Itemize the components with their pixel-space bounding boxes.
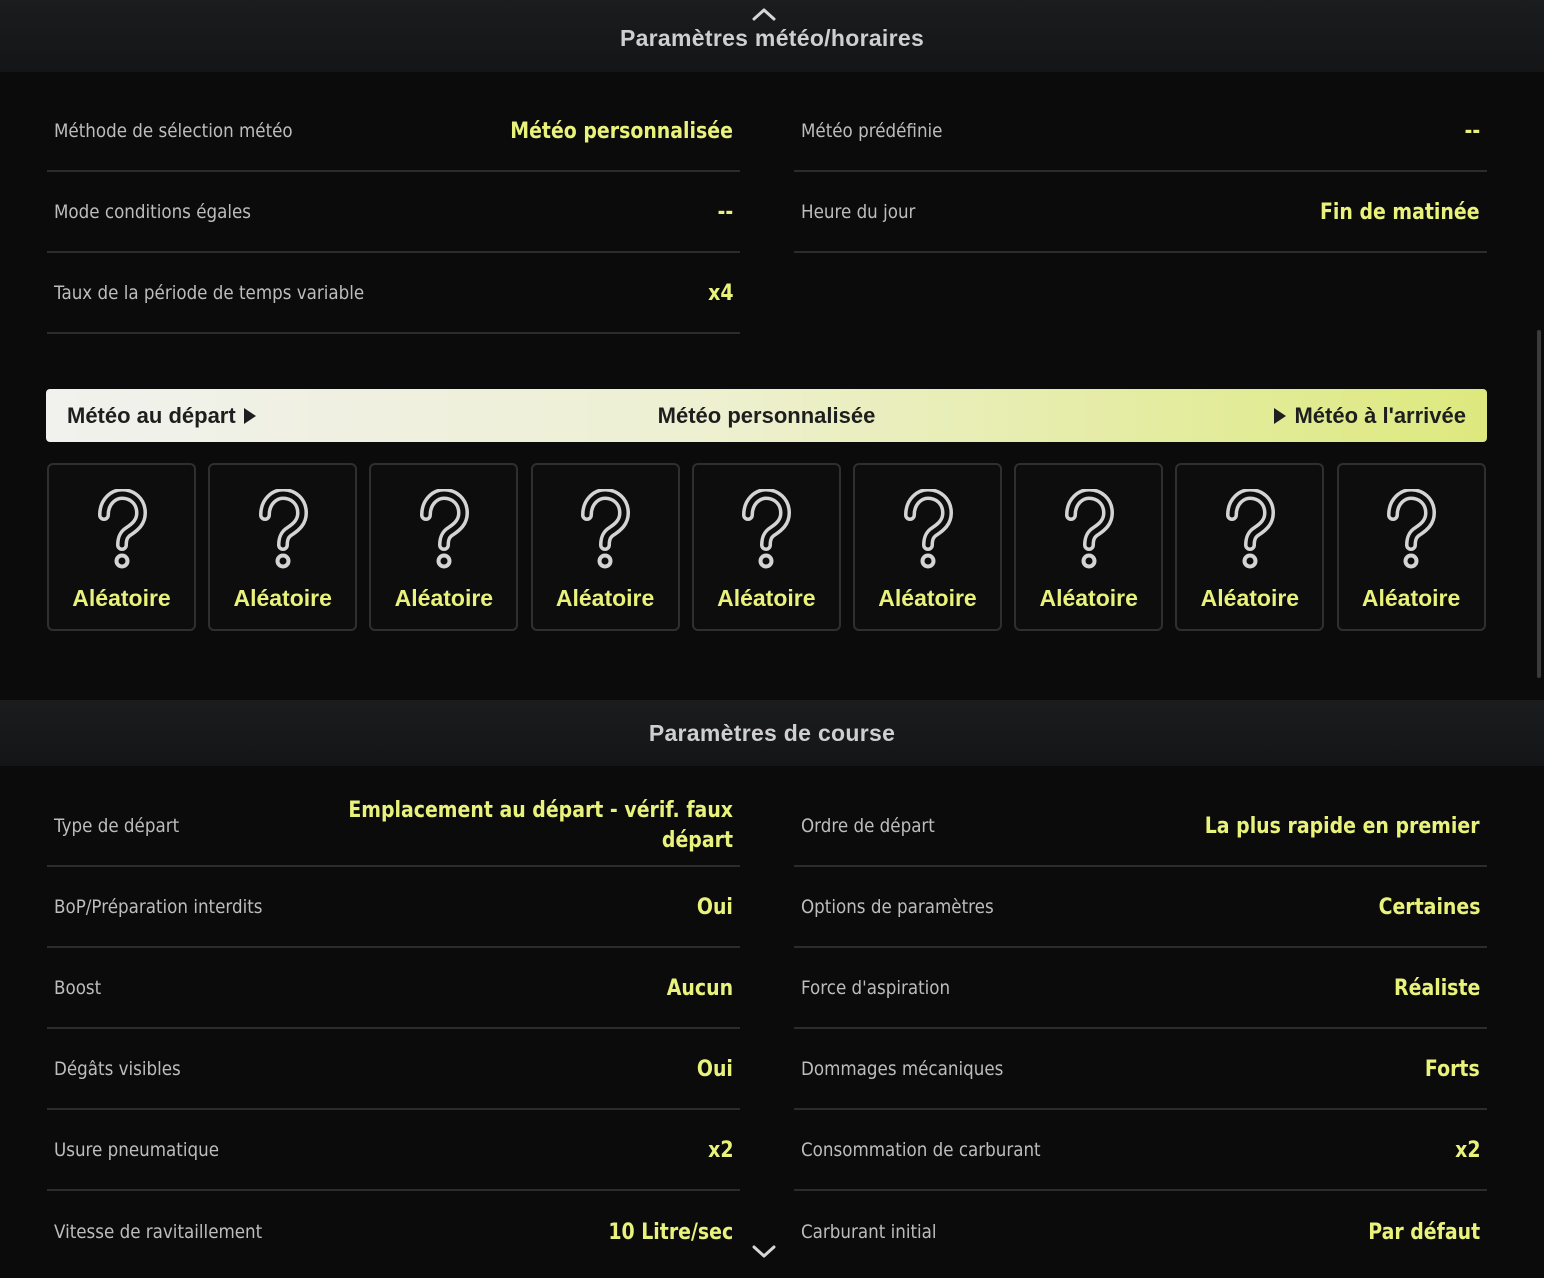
- setting-value: Fin de matinée: [1320, 199, 1480, 225]
- setting-value: x2: [707, 1137, 733, 1163]
- setting-value: Aucun: [666, 975, 733, 1001]
- weather-slot-label: Aléatoire: [72, 585, 171, 611]
- weather-bar-title: Météo personnalisée: [657, 402, 876, 428]
- setting-value: Par défaut: [1368, 1219, 1480, 1245]
- setting-label: Mode conditions égales: [54, 201, 251, 223]
- play-triangle-icon: [1274, 407, 1287, 424]
- weather-slot-label: Aléatoire: [394, 585, 494, 611]
- setting-label: Dégâts visibles: [54, 1058, 181, 1080]
- question-mark-icon: [419, 489, 469, 569]
- setting-value: Oui: [696, 1056, 733, 1082]
- weather-slot[interactable]: Aléatoire: [853, 463, 1002, 631]
- setting-label: BoP/Préparation interdits: [54, 896, 263, 918]
- setting-label: Usure pneumatique: [54, 1139, 219, 1161]
- question-mark-icon: [258, 489, 308, 569]
- setting-start-order[interactable]: Ordre de départ La plus rapide en premie…: [794, 787, 1487, 867]
- setting-bop-tuning-banned[interactable]: BoP/Préparation interdits Oui: [47, 868, 740, 948]
- setting-boost[interactable]: Boost Aucun: [47, 949, 740, 1029]
- setting-label: Consommation de carburant: [801, 1139, 1041, 1161]
- setting-equal-conditions-mode[interactable]: Mode conditions égales --: [47, 173, 740, 253]
- weather-slot[interactable]: Aléatoire: [369, 463, 519, 631]
- setting-variable-time-rate[interactable]: Taux de la période de temps variable x4: [47, 254, 740, 334]
- weather-start-group: Météo au départ: [67, 403, 256, 429]
- weather-slot-label: Aléatoire: [233, 585, 332, 611]
- scrollbar-thumb[interactable]: [1537, 330, 1541, 678]
- weather-end-label: Météo à l'arrivée: [1294, 402, 1466, 428]
- weather-slot-label: Aléatoire: [1200, 585, 1300, 611]
- setting-value: Oui: [696, 894, 733, 920]
- weather-section-title: Paramètres météo/horaires: [619, 24, 925, 51]
- question-mark-icon: [581, 489, 631, 569]
- setting-label: Force d'aspiration: [801, 977, 951, 999]
- setting-value: Certaines: [1378, 894, 1480, 920]
- weather-slot[interactable]: Aléatoire: [1175, 463, 1325, 631]
- weather-end-group: Météo à l'arrivée: [1274, 403, 1466, 429]
- weather-slot-label: Aléatoire: [555, 585, 655, 611]
- setting-time-of-day[interactable]: Heure du jour Fin de matinée: [794, 173, 1487, 253]
- setting-label: Vitesse de ravitaillement: [54, 1221, 263, 1243]
- setting-label: Taux de la période de temps variable: [54, 282, 365, 304]
- question-mark-icon: [97, 489, 147, 569]
- weather-slot-label: Aléatoire: [1361, 585, 1461, 611]
- setting-settings-options[interactable]: Options de paramètres Certaines: [794, 868, 1487, 948]
- setting-value: --: [1464, 118, 1480, 144]
- setting-label: Carburant initial: [801, 1221, 937, 1243]
- weather-slot-label: Aléatoire: [1039, 585, 1138, 611]
- setting-value: x4: [707, 280, 733, 306]
- custom-weather-bar[interactable]: Météo au départ Météo personnalisée Mété…: [46, 389, 1487, 442]
- setting-refuel-speed[interactable]: Vitesse de ravitaillement 10 Litre/sec: [47, 1192, 740, 1272]
- setting-value: x2: [1454, 1137, 1480, 1163]
- setting-tyre-wear[interactable]: Usure pneumatique x2: [47, 1111, 740, 1191]
- chevron-up-icon[interactable]: [751, 4, 777, 24]
- setting-label: Méthode de sélection météo: [54, 120, 293, 142]
- setting-label: Options de paramètres: [801, 896, 994, 918]
- weather-slot-label: Aléatoire: [878, 585, 977, 611]
- setting-initial-fuel[interactable]: Carburant initial Par défaut: [794, 1192, 1487, 1272]
- question-mark-icon: [1387, 489, 1437, 569]
- question-mark-icon: [1225, 489, 1275, 569]
- question-mark-icon: [1064, 489, 1114, 569]
- setting-value: 10 Litre/sec: [608, 1219, 733, 1245]
- setting-value: Forts: [1425, 1056, 1480, 1082]
- race-section-title: Paramètres de course: [648, 719, 896, 746]
- setting-label: Dommages mécaniques: [801, 1058, 1004, 1080]
- question-mark-icon: [742, 489, 792, 569]
- setting-value: --: [717, 199, 733, 225]
- setting-label: Boost: [54, 977, 102, 999]
- weather-slot[interactable]: Aléatoire: [208, 463, 358, 631]
- setting-label: Type de départ: [54, 815, 180, 837]
- setting-preset-weather[interactable]: Météo prédéfinie --: [794, 92, 1487, 172]
- setting-value: Réaliste: [1393, 975, 1480, 1001]
- weather-slot[interactable]: Aléatoire: [691, 463, 841, 631]
- weather-start-label: Météo au départ: [67, 402, 236, 428]
- chevron-down-icon[interactable]: [751, 1242, 777, 1262]
- setting-mechanical-damage[interactable]: Dommages mécaniques Forts: [794, 1030, 1487, 1110]
- weather-slot[interactable]: Aléatoire: [1014, 463, 1164, 631]
- weather-slot-label: Aléatoire: [717, 585, 816, 611]
- setting-start-type[interactable]: Type de départ Emplacement au départ - v…: [47, 787, 740, 867]
- weather-slot[interactable]: Aléatoire: [1336, 463, 1486, 631]
- setting-label: Heure du jour: [801, 201, 916, 223]
- setting-value: La plus rapide en premier: [1205, 813, 1480, 839]
- setting-fuel-consumption[interactable]: Consommation de carburant x2: [794, 1111, 1487, 1191]
- setting-label: Ordre de départ: [801, 815, 935, 837]
- weather-slot[interactable]: Aléatoire: [47, 463, 196, 631]
- weather-slot[interactable]: Aléatoire: [530, 463, 680, 631]
- play-triangle-icon: [243, 407, 256, 424]
- setting-visible-damage[interactable]: Dégâts visibles Oui: [47, 1030, 740, 1110]
- setting-weather-selection-method[interactable]: Méthode de sélection météo Météo personn…: [47, 92, 740, 172]
- race-section-header: Paramètres de course: [0, 700, 1544, 766]
- setting-slipstream-strength[interactable]: Force d'aspiration Réaliste: [794, 949, 1487, 1029]
- setting-value: Emplacement au départ - vérif. faux dépa…: [348, 798, 733, 853]
- setting-label: Météo prédéfinie: [801, 120, 943, 142]
- question-mark-icon: [903, 489, 953, 569]
- setting-value: Météo personnalisée: [510, 118, 733, 144]
